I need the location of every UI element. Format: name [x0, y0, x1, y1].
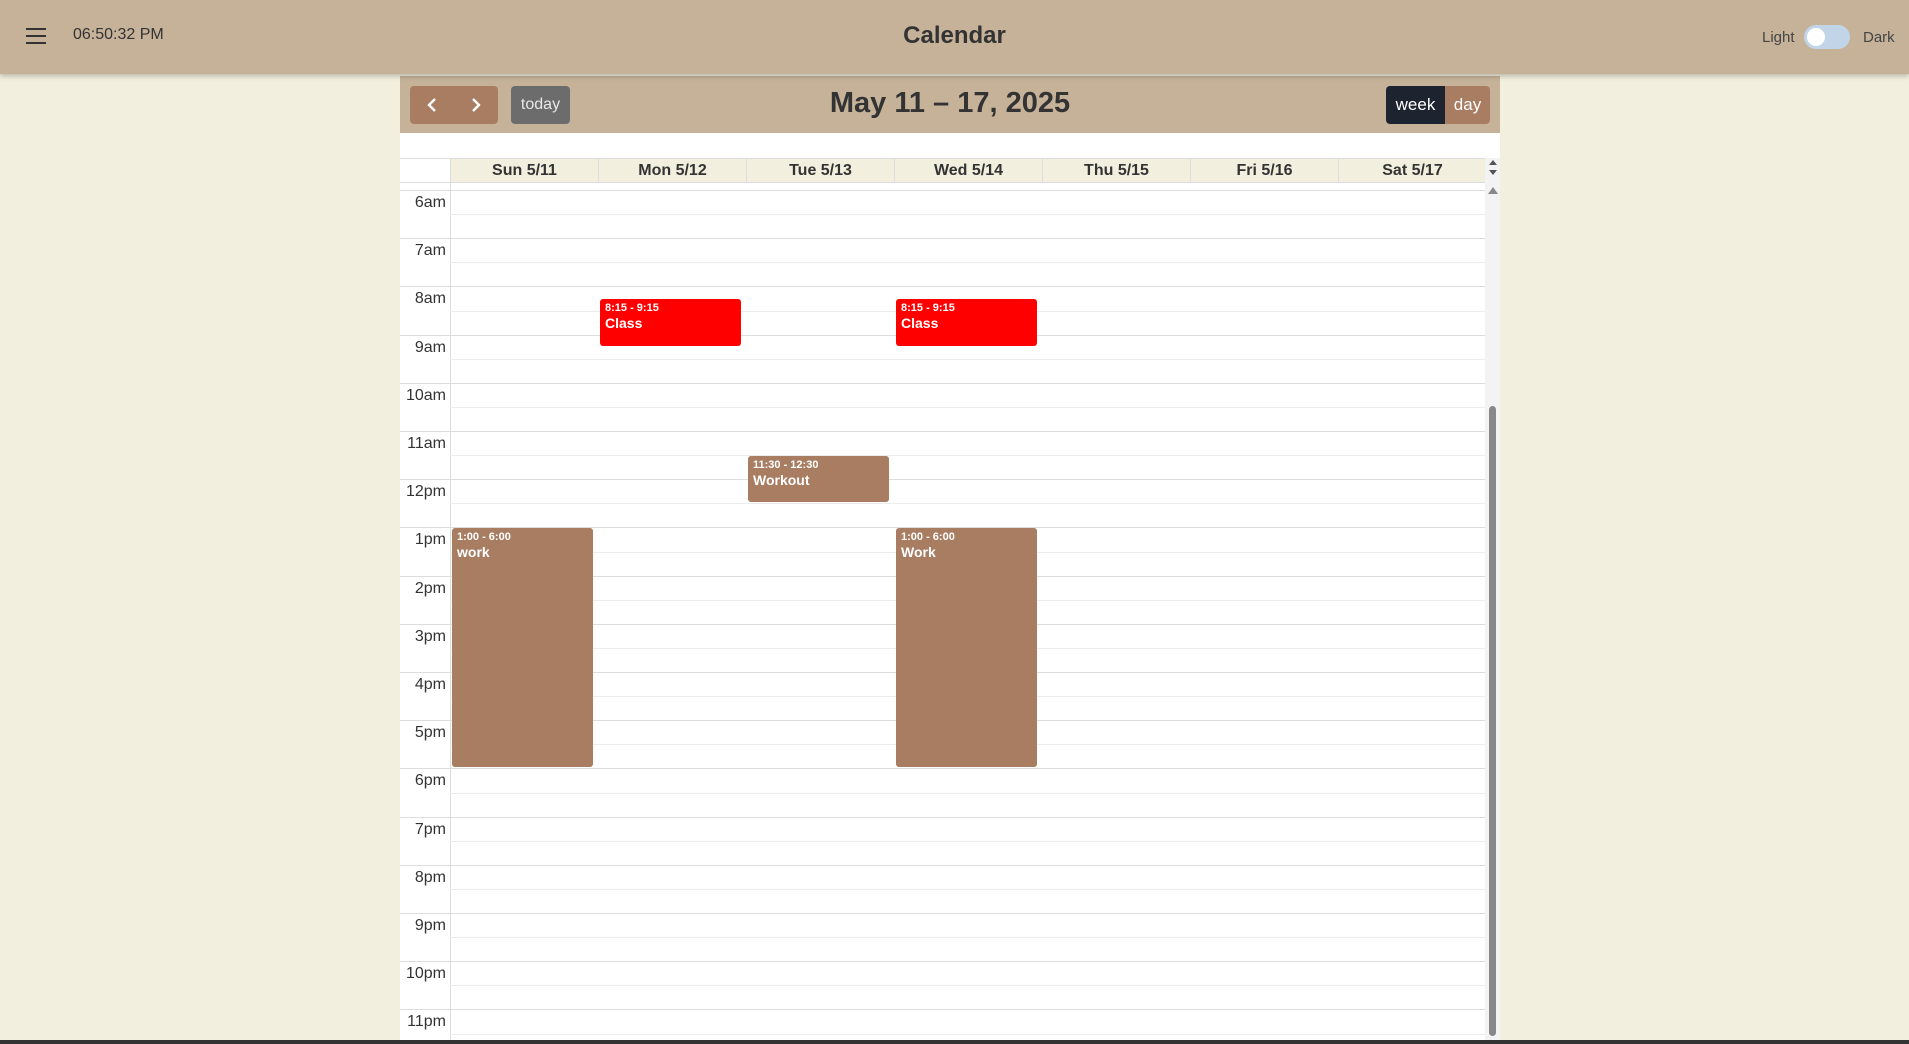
hour-label: 8pm [414, 868, 446, 886]
event-time: 11:30 - 12:30 [753, 459, 819, 472]
half-hour-line [450, 937, 1485, 939]
day-column-header: Sun 5/11 [451, 159, 599, 182]
hour-label: 8am [414, 290, 446, 308]
header-corner [400, 159, 451, 182]
half-hour-line [450, 214, 1485, 216]
app-header: 06:50:32 PM Calendar Light Dark [0, 0, 1909, 74]
day-column-header: Fri 5/16 [1191, 159, 1339, 182]
calendar-toolbar: today May 11 – 17, 2025 week day [400, 76, 1500, 133]
hour-label: 7pm [414, 820, 446, 838]
page-title: Calendar [903, 22, 1006, 49]
half-hour-line [450, 455, 1485, 457]
hour-line [400, 382, 1485, 384]
event-time: 1:00 - 6:00 [457, 531, 511, 544]
day-column-header: Mon 5/12 [599, 159, 747, 182]
half-hour-line [450, 888, 1485, 890]
hour-label: 2pm [414, 579, 446, 597]
hour-label: 7am [414, 242, 446, 260]
week-view-button[interactable]: week [1386, 86, 1445, 124]
time-grid: 6am 7am 8am 9am 10am 11am 12pm 1pm 2pm 3pm 4pm 5pm 6… [400, 76, 1485, 1040]
calendar-event[interactable]: 1:00 - 6:00 work [452, 528, 593, 768]
day-column-header: Thu 5/15 [1043, 159, 1191, 182]
calendar-event[interactable]: 11:30 - 12:30 Workout [748, 456, 889, 503]
hour-line [400, 238, 1485, 240]
window-bottom-edge [0, 1040, 1909, 1044]
hour-label: 12pm [405, 483, 446, 501]
half-hour-line [450, 262, 1485, 264]
hour-label: 6am [414, 194, 446, 211]
day-view-button[interactable]: day [1445, 86, 1490, 124]
scrollbar[interactable] [1485, 158, 1500, 1040]
hour-line [400, 286, 1485, 288]
hour-line [400, 431, 1485, 432]
date-range-title: May 11 – 17, 2025 [829, 87, 1071, 119]
day-column-header: Sat 5/17 [1339, 159, 1487, 182]
hour-label: 4pm [414, 676, 446, 693]
hour-line [400, 190, 1485, 191]
day-column-header: Tue 5/13 [747, 159, 895, 182]
event-title: Class [901, 315, 939, 332]
theme-toggle[interactable] [1804, 25, 1850, 49]
scroll-up-icon[interactable] [1489, 160, 1497, 165]
half-hour-line [450, 406, 1485, 408]
hour-line [400, 816, 1485, 818]
event-title: work [457, 544, 490, 561]
hour-line [400, 1009, 1485, 1011]
half-hour-line [450, 1033, 1485, 1035]
scrollbar-thumb[interactable] [1489, 406, 1496, 1036]
theme-dark-label: Dark [1863, 29, 1895, 46]
event-title: Workout [753, 472, 810, 489]
scroll-down-icon[interactable] [1489, 170, 1497, 175]
calendar: 6am 7am 8am 9am 10am 11am 12pm 1pm 2pm 3pm 4pm 5pm 6… [400, 76, 1500, 1040]
hour-label: 10am [405, 386, 446, 404]
calendar-event[interactable]: 8:15 - 9:15 Class [896, 299, 1037, 346]
hour-line [400, 961, 1485, 963]
hour-line [400, 864, 1485, 866]
hour-label: 9pm [414, 917, 446, 934]
hour-label: 3pm [414, 627, 446, 645]
hour-line [400, 913, 1485, 914]
half-hour-line [450, 792, 1485, 794]
calendar-event[interactable]: 1:00 - 6:00 Work [896, 528, 1037, 768]
event-time: 8:15 - 9:15 [901, 302, 955, 315]
day-column-header: Wed 5/14 [895, 159, 1043, 182]
half-hour-line [450, 358, 1485, 360]
event-time: 8:15 - 9:15 [605, 302, 659, 315]
hour-label: 9am [414, 338, 446, 356]
hour-line [400, 479, 1485, 481]
hour-label: 5pm [414, 724, 446, 742]
toggle-knob [1807, 28, 1825, 46]
half-hour-line [450, 503, 1485, 505]
scroll-up-icon[interactable] [1488, 187, 1498, 194]
event-time: 1:00 - 6:00 [901, 531, 955, 544]
hour-label: 10pm [405, 965, 446, 983]
hour-label: 1pm [414, 531, 446, 549]
event-title: Class [605, 315, 643, 332]
event-title: Work [901, 544, 936, 561]
hour-line [400, 768, 1485, 770]
hour-label: 11am [407, 435, 446, 452]
half-hour-line [450, 840, 1485, 842]
half-hour-line [450, 985, 1485, 987]
calendar-event[interactable]: 8:15 - 9:15 Class [600, 299, 741, 346]
hour-label: 6pm [414, 772, 446, 790]
hour-label: 11pm [407, 1013, 446, 1031]
day-header-row: Sun 5/11 Mon 5/12 Tue 5/13 Wed 5/14 Thu 5/15… [400, 158, 1487, 183]
theme-light-label: Light [1762, 29, 1795, 46]
